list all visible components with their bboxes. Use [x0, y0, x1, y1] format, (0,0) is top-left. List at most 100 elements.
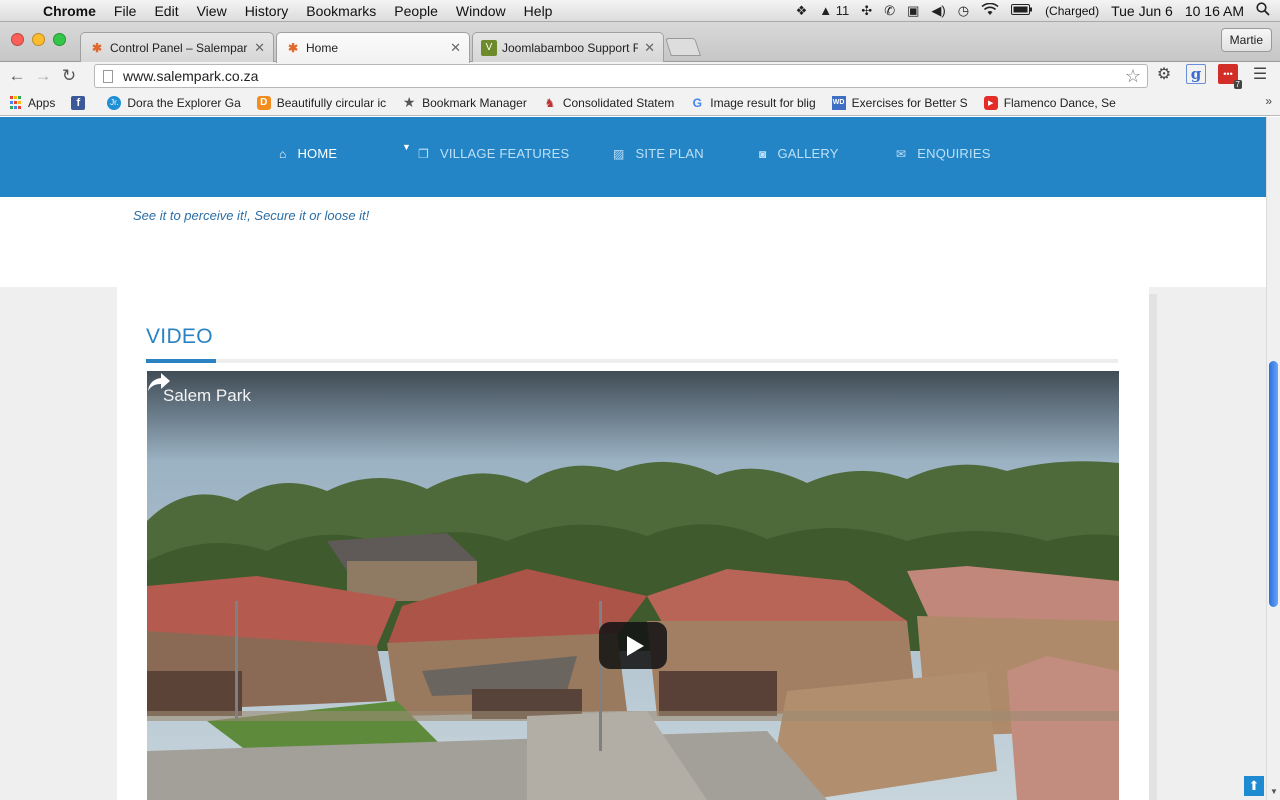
- address-url[interactable]: www.salempark.co.za: [123, 68, 258, 84]
- home-icon: ⌂: [279, 146, 287, 161]
- bookmark-flamenco[interactable]: ▶ Flamenco Dance, Se: [983, 95, 1116, 110]
- menu-chrome[interactable]: Chrome: [34, 3, 105, 19]
- browser-toolbar: ← → ↻ www.salempark.co.za ☆ ⚙ g ••• 7 ☰: [0, 62, 1280, 90]
- site-tagline: See it to perceive it!, Secure it or loo…: [133, 208, 370, 223]
- title-divider-accent: [146, 359, 216, 363]
- nav-label: HOME: [297, 146, 338, 161]
- menubar-time[interactable]: 10 16 AM: [1185, 3, 1244, 19]
- envelope-icon: ✉: [896, 146, 907, 161]
- copy-icon: ❐: [418, 146, 429, 161]
- profile-button[interactable]: Martie: [1220, 28, 1272, 52]
- menu-help[interactable]: Help: [515, 3, 562, 19]
- jr-icon: Jr.: [107, 95, 122, 110]
- nav-label: VILLAGE FEATURES: [439, 146, 570, 161]
- consolidated-icon: ♞: [544, 95, 556, 110]
- menu-view[interactable]: View: [188, 3, 236, 19]
- move-icon[interactable]: ✣: [861, 3, 872, 19]
- minimize-window-button[interactable]: [32, 33, 45, 46]
- tab-title: Joomlabamboo Support Fo: [502, 40, 639, 55]
- scrollbar-thumb[interactable]: [1269, 361, 1278, 607]
- zoom-window-button[interactable]: [53, 33, 66, 46]
- close-tab-icon[interactable]: ✕: [450, 40, 461, 56]
- chrome-menu-icon[interactable]: ☰: [1250, 64, 1270, 84]
- nav-label: ENQUIRIES: [917, 146, 991, 161]
- bookmark-label: Apps: [28, 95, 56, 110]
- address-bar[interactable]: www.salempark.co.za ☆: [94, 64, 1148, 88]
- tab-joomlabamboo-support[interactable]: V Joomlabamboo Support Fo ✕: [472, 32, 664, 62]
- menubar-date[interactable]: Tue Jun 6: [1111, 3, 1173, 19]
- nav-enquiries[interactable]: ✉ ENQUIRIES: [896, 146, 991, 161]
- bookmark-label: Image result for blig: [710, 95, 816, 110]
- nav-home[interactable]: ⌂ HOME: [279, 146, 337, 161]
- bookmark-star-icon[interactable]: ☆: [1125, 66, 1141, 87]
- star-icon: ★: [402, 95, 416, 110]
- wd-icon: WD: [831, 95, 846, 110]
- menu-bookmarks[interactable]: Bookmarks: [297, 3, 385, 19]
- spotlight-search-icon[interactable]: [1256, 2, 1270, 19]
- tab-control-panel[interactable]: ✱ Control Panel – Salempark ✕: [80, 32, 274, 62]
- tab-strip: ✱ Control Panel – Salempark ✕ ✱ Home ✕ V…: [0, 22, 1280, 63]
- new-tab-button[interactable]: [665, 38, 701, 56]
- section-title: VIDEO: [146, 325, 213, 348]
- reload-icon[interactable]: ↻: [56, 66, 82, 86]
- battery-icon[interactable]: [1011, 3, 1033, 18]
- menu-file[interactable]: File: [105, 3, 146, 19]
- close-window-button[interactable]: [11, 33, 24, 46]
- display-icon[interactable]: ▣: [907, 3, 919, 19]
- bookmark-facebook[interactable]: f: [71, 95, 91, 110]
- bookmark-exercises[interactable]: WD Exercises for Better S: [831, 95, 968, 110]
- video-top-gradient: [147, 371, 1119, 461]
- dropbox-icon[interactable]: ❖: [796, 3, 808, 19]
- menu-people[interactable]: People: [385, 3, 447, 19]
- bookmark-apps[interactable]: Apps: [8, 96, 55, 110]
- nav-gallery[interactable]: ◙ GALLERY: [759, 146, 839, 161]
- gear-icon[interactable]: ⚙: [1154, 64, 1174, 84]
- scroll-down-arrow-icon[interactable]: ▼: [1270, 787, 1278, 796]
- bookmark-label: Dora the Explorer Ga: [127, 95, 241, 110]
- nav-site-plan[interactable]: ▨ SITE PLAN: [613, 146, 704, 161]
- bookmark-label: Bookmark Manager: [422, 95, 527, 110]
- page-scrollbar[interactable]: ▼: [1266, 117, 1280, 800]
- battery-status: (Charged): [1045, 3, 1100, 18]
- close-tab-icon[interactable]: ✕: [254, 40, 265, 56]
- volume-icon[interactable]: ◀): [931, 3, 945, 19]
- time-machine-icon[interactable]: ◷: [958, 3, 969, 19]
- youtube-icon: ▶: [983, 95, 998, 110]
- nav-label: GALLERY: [777, 146, 839, 161]
- wifi-icon[interactable]: [981, 2, 999, 19]
- phone-icon[interactable]: ✆: [884, 3, 895, 19]
- back-to-top-arrow-icon[interactable]: ⬆: [1244, 776, 1264, 796]
- bookmark-manager[interactable]: ★ Bookmark Manager: [402, 96, 527, 110]
- forward-arrow-icon[interactable]: →: [30, 66, 56, 86]
- play-button[interactable]: [599, 622, 667, 669]
- google-extension-icon[interactable]: g: [1186, 64, 1206, 84]
- menubar-status-area: ❖ ▲ 11 ✣ ✆ ▣ ◀) ◷ (Charged) Tue Jun 6 10…: [796, 2, 1280, 19]
- adobe-icon[interactable]: ▲ 11: [819, 3, 849, 18]
- google-icon: G: [692, 95, 702, 110]
- bookmark-dora[interactable]: Jr. Dora the Explorer Ga: [107, 95, 241, 110]
- share-icon[interactable]: [147, 371, 171, 393]
- lastpass-badge: 7: [1233, 80, 1242, 89]
- menu-history[interactable]: History: [236, 3, 298, 19]
- video-player[interactable]: Salem Park: [147, 371, 1119, 800]
- page-icon: [103, 69, 113, 83]
- close-tab-icon[interactable]: ✕: [644, 40, 655, 56]
- lastpass-icon[interactable]: ••• 7: [1218, 64, 1242, 89]
- bookmarks-overflow-icon[interactable]: »: [1265, 94, 1272, 108]
- bookmark-label: Flamenco Dance, Se: [1003, 95, 1116, 110]
- joomla-icon: ✱: [91, 40, 103, 55]
- nav-village-features[interactable]: ▼ ❐ VILLAGE FEATURES: [402, 142, 570, 161]
- d-icon: D: [256, 95, 271, 110]
- menu-edit[interactable]: Edit: [145, 3, 187, 19]
- toolbar-extensions: ⚙ g ••• 7 ☰: [1154, 64, 1270, 89]
- bookmark-circular-icons[interactable]: D Beautifully circular ic: [256, 95, 386, 110]
- back-arrow-icon[interactable]: ←: [4, 66, 30, 86]
- card-edge: [1149, 294, 1157, 800]
- tab-home[interactable]: ✱ Home ✕: [276, 32, 470, 63]
- bookmark-consolidated[interactable]: ♞ Consolidated Statem: [543, 96, 674, 110]
- menu-window[interactable]: Window: [447, 3, 515, 19]
- facebook-icon: f: [71, 95, 86, 110]
- video-title[interactable]: Salem Park: [163, 386, 251, 406]
- window-controls: [11, 33, 66, 46]
- bookmark-image-result[interactable]: G Image result for blig: [690, 95, 816, 110]
